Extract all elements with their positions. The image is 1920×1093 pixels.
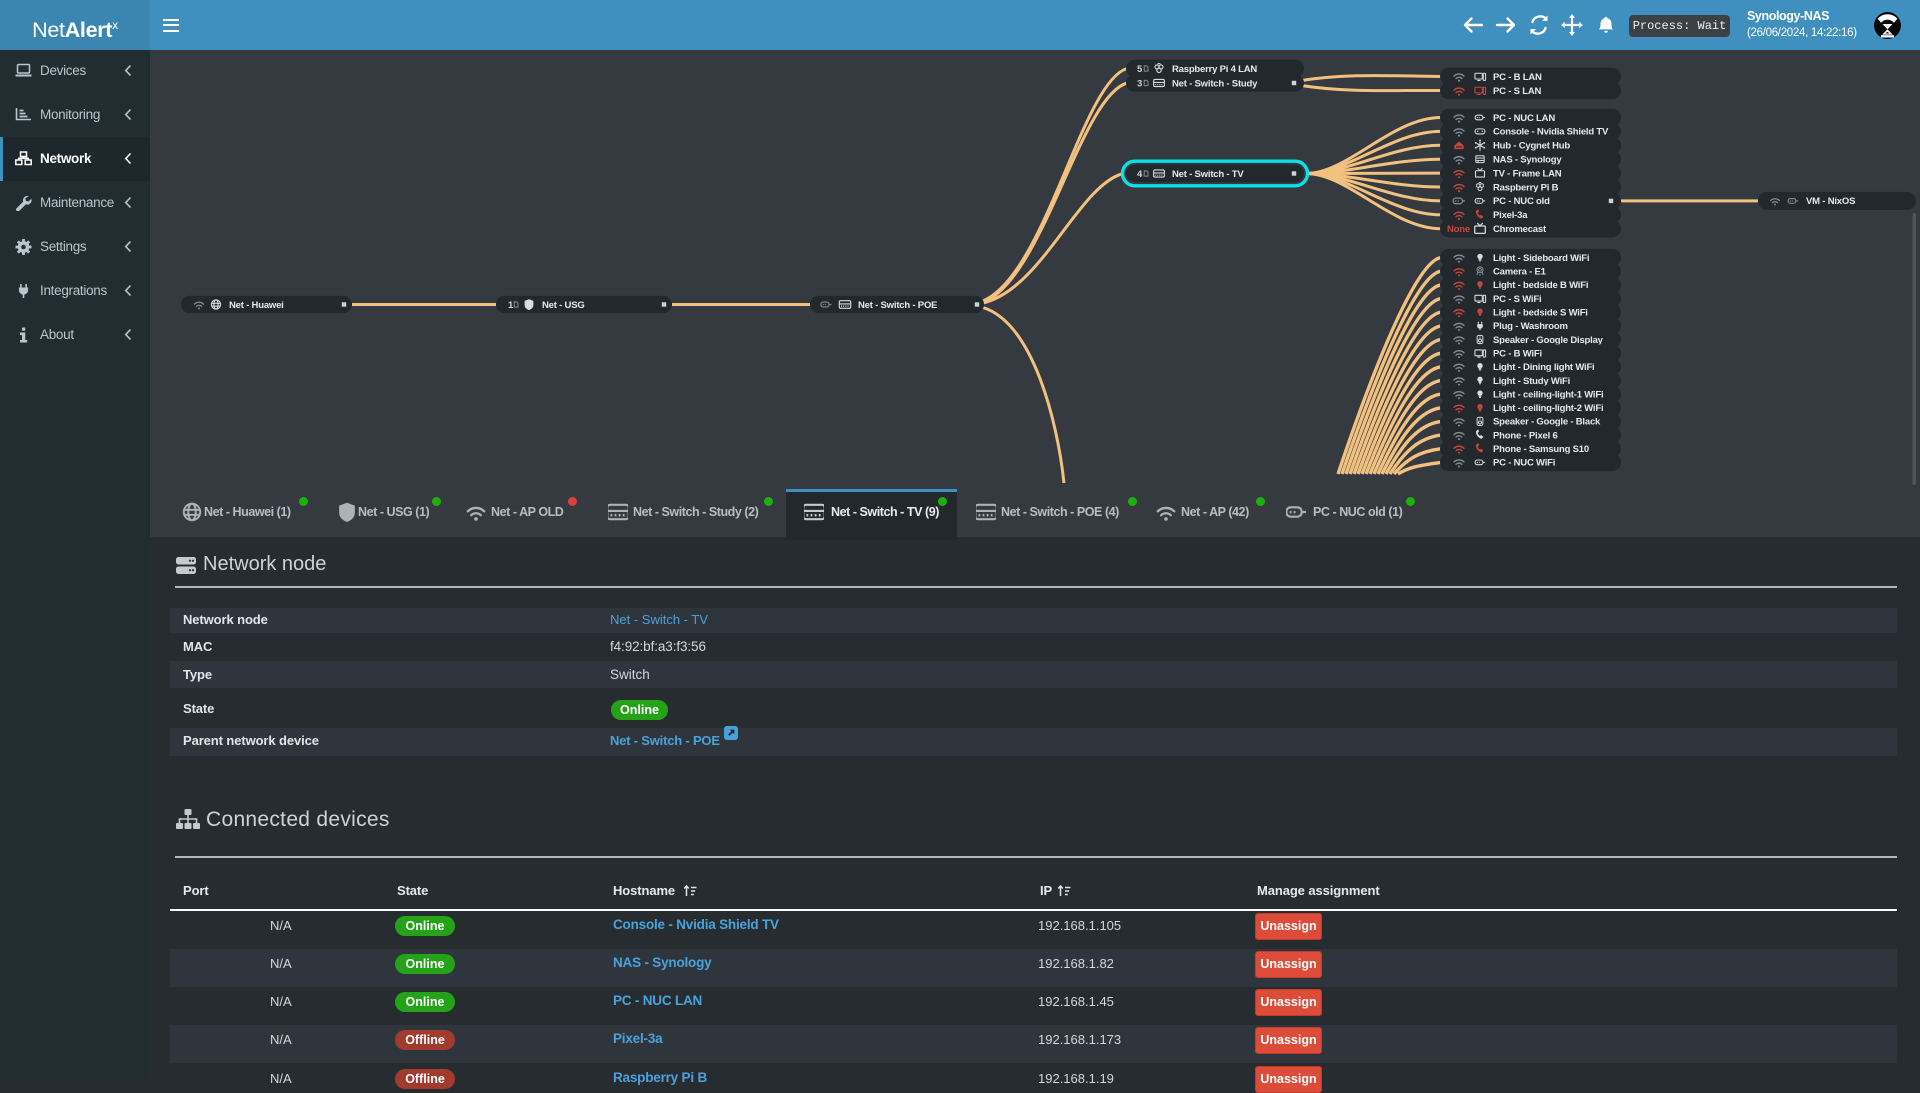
svg-text:Camera - E1: Camera - E1 — [1493, 267, 1547, 278]
svg-text:Console - Nvidia Shield TV: Console - Nvidia Shield TV — [1493, 127, 1609, 138]
svg-text:PC - B LAN: PC - B LAN — [1493, 72, 1542, 83]
svg-text:Phone - Pixel 6: Phone - Pixel 6 — [1493, 430, 1558, 441]
svg-text:Net - Switch - POE: Net - Switch - POE — [858, 300, 937, 311]
svg-text:Net - USG: Net - USG — [542, 300, 585, 311]
svg-text:Net - Switch - TV: Net - Switch - TV — [1172, 169, 1244, 180]
svg-text:Speaker - Google - Black: Speaker - Google - Black — [1493, 417, 1601, 428]
svg-text:Light - ceiling-light-2 WiFi: Light - ceiling-light-2 WiFi — [1493, 403, 1603, 414]
svg-text:Plug - Washroom: Plug - Washroom — [1493, 321, 1568, 332]
svg-text:PC - S WiFi: PC - S WiFi — [1493, 294, 1541, 305]
svg-text:Raspberry Pi 4 LAN: Raspberry Pi 4 LAN — [1172, 64, 1257, 75]
svg-text:PC - B WiFi: PC - B WiFi — [1493, 348, 1542, 359]
svg-text:Net - Switch - Study: Net - Switch - Study — [1172, 78, 1258, 89]
svg-text:None: None — [1447, 224, 1470, 235]
svg-text:PC - NUC WiFi: PC - NUC WiFi — [1493, 458, 1555, 469]
svg-text:Hub - Cygnet Hub: Hub - Cygnet Hub — [1493, 141, 1570, 152]
svg-text:PC - NUC LAN: PC - NUC LAN — [1493, 113, 1555, 124]
svg-text:PC - S LAN: PC - S LAN — [1493, 86, 1541, 97]
svg-text:TV - Frame LAN: TV - Frame LAN — [1493, 168, 1562, 179]
svg-text:Light - ceiling-light-1 WiFi: Light - ceiling-light-1 WiFi — [1493, 389, 1603, 400]
svg-text:Light - bedside B WiFi: Light - bedside B WiFi — [1493, 280, 1588, 291]
svg-text:Light - Study WiFi: Light - Study WiFi — [1493, 376, 1570, 387]
svg-text:3: 3 — [1137, 78, 1142, 89]
svg-text:Speaker - Google Display: Speaker - Google Display — [1493, 335, 1604, 346]
svg-text:PC - NUC old: PC - NUC old — [1493, 196, 1550, 207]
svg-text:VM - NixOS: VM - NixOS — [1806, 196, 1855, 207]
svg-text:Pixel-3a: Pixel-3a — [1493, 210, 1528, 221]
svg-text:Phone - Samsung S10: Phone - Samsung S10 — [1493, 444, 1589, 455]
svg-text:Light - Dining light WiFi: Light - Dining light WiFi — [1493, 362, 1595, 373]
svg-text:Light - Sideboard WiFi: Light - Sideboard WiFi — [1493, 253, 1589, 264]
svg-text:Raspberry Pi B: Raspberry Pi B — [1493, 182, 1559, 193]
svg-text:NAS - Synology: NAS - Synology — [1493, 155, 1562, 166]
svg-text:Light - bedside S WiFi: Light - bedside S WiFi — [1493, 308, 1588, 319]
svg-text:Net - Huawei: Net - Huawei — [229, 300, 284, 311]
svg-text:Chromecast: Chromecast — [1493, 224, 1547, 235]
